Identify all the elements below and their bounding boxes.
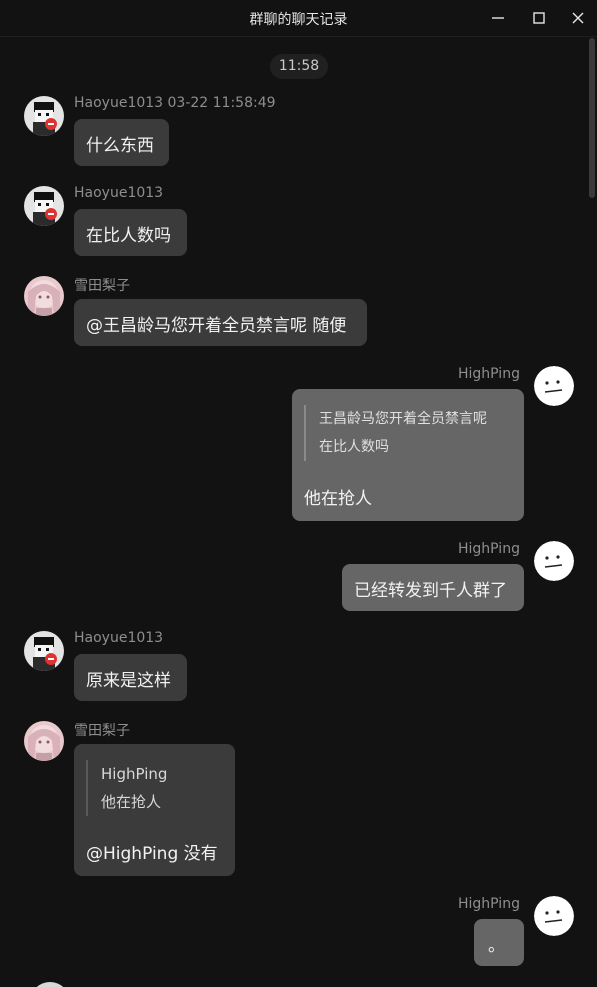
close-icon (572, 12, 584, 24)
avatar[interactable] (24, 186, 64, 226)
message-header: HighPing (458, 541, 520, 557)
message-header: Haoyue1013 (74, 630, 164, 646)
maximize-icon (533, 12, 545, 24)
message-text: 在比人数吗 (86, 226, 171, 246)
avatar[interactable] (24, 631, 64, 671)
quote-line: 他在抢人 (101, 793, 162, 811)
face-sketch-avatar (534, 366, 574, 406)
message-text: @HighPing 没有 (86, 844, 218, 864)
message-text: 已经转发到千人群了 (354, 581, 507, 601)
message-header: Haoyue1013 (74, 185, 164, 201)
face-sketch-avatar (534, 541, 574, 581)
message-bubble[interactable]: 已经转发到千人群了 (342, 564, 524, 611)
message-header: 雪田梨子 (74, 723, 130, 739)
message-bubble[interactable]: 原来是这样 (74, 654, 187, 701)
message-bubble[interactable]: 王昌龄马您开着全员禁言呢 在比人数吗 他在抢人 (292, 389, 524, 521)
message-bubble[interactable]: 什么东西 (74, 119, 169, 166)
scrollbar-thumb[interactable] (589, 38, 595, 198)
message-text: 。 (488, 936, 505, 956)
anime-girl-avatar (24, 721, 64, 761)
message-bubble[interactable]: 在比人数吗 (74, 209, 187, 256)
message-bubble[interactable]: HighPing 他在抢人 @HighPing 没有 (74, 744, 235, 876)
avatar[interactable] (24, 721, 64, 761)
avatar[interactable] (534, 366, 574, 406)
close-button[interactable] (566, 6, 590, 30)
maximize-button[interactable] (527, 6, 551, 30)
time-divider: 11:58 (270, 54, 328, 79)
message-text: 什么东西 (86, 136, 154, 156)
pixel-character-avatar (24, 631, 64, 671)
avatar[interactable] (30, 982, 70, 987)
avatar[interactable] (534, 896, 574, 936)
pixel-character-avatar (24, 96, 64, 136)
face-sketch-avatar (534, 896, 574, 936)
message-text: @王昌龄马您开着全员禁言呢 随便 (86, 316, 347, 336)
message-header: HighPing (458, 366, 520, 382)
minimize-icon (492, 17, 504, 19)
avatar[interactable] (534, 541, 574, 581)
message-bubble[interactable]: @王昌龄马您开着全员禁言呢 随便 (74, 299, 367, 346)
minimize-button[interactable] (486, 6, 510, 30)
avatar[interactable] (24, 96, 64, 136)
quoted-message[interactable]: HighPing 他在抢人 (86, 760, 167, 816)
message-header: Haoyue1013 03-22 11:58:49 (74, 95, 276, 111)
quote-line: 王昌龄马您开着全员禁言呢 (319, 411, 487, 427)
message-text: 原来是这样 (86, 671, 171, 691)
message-bubble[interactable]: 。 (474, 919, 524, 966)
anime-girl-avatar (24, 276, 64, 316)
message-text: 他在抢人 (304, 489, 372, 509)
quote-line: 在比人数吗 (319, 439, 389, 455)
quote-line: HighPing (101, 765, 168, 783)
title-bar: 群聊的聊天记录 (0, 0, 597, 37)
quoted-message[interactable]: 王昌龄马您开着全员禁言呢 在比人数吗 (304, 405, 487, 461)
message-header: 雪田梨子 (74, 278, 130, 294)
pixel-character-avatar (24, 186, 64, 226)
message-header: HighPing (458, 896, 520, 912)
chat-history-window: 群聊的聊天记录 11:58 Haoyue1013 03-22 11:58:49 … (0, 0, 597, 987)
avatar[interactable] (24, 276, 64, 316)
